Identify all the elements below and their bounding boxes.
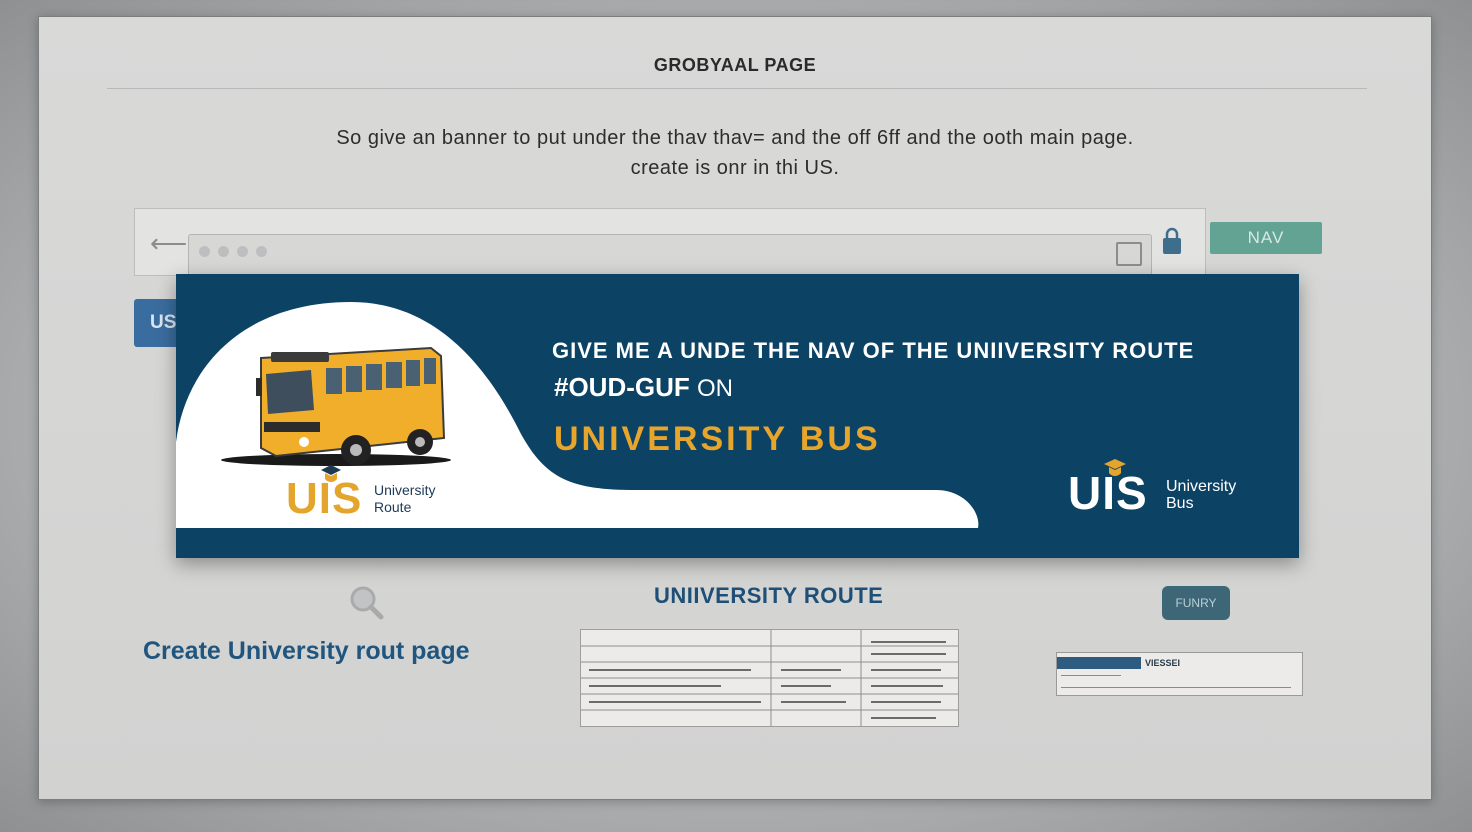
banner-headline-3: UNIVERSITY BUS	[554, 420, 881, 458]
banner-headline-1: GIVE ME A UNDE THE NAV OF THE UNIIVERSIT…	[552, 338, 1195, 363]
url-dot	[218, 246, 229, 257]
nav-tag[interactable]: NAV	[1210, 222, 1322, 254]
logo-right-line-2: Bus	[1166, 495, 1194, 512]
lock-icon[interactable]	[1160, 226, 1184, 256]
url-dot	[237, 246, 248, 257]
uis-logo-right-label: University Bus	[1166, 478, 1236, 512]
logo-left-line-2: Route	[374, 499, 412, 515]
bus-illustration-icon	[221, 346, 451, 466]
route-heading: UNIIVERSITY ROUTE	[654, 583, 884, 608]
uis-logo-left: UIS	[286, 474, 363, 523]
back-arrow-icon[interactable]: ⟵	[150, 228, 187, 259]
url-dot	[199, 246, 210, 257]
route-table	[580, 629, 959, 727]
university-banner[interactable]: UIS University Route GIVE ME A UNDE THE …	[176, 274, 1299, 558]
create-route-link[interactable]: Create University rout page	[143, 637, 470, 666]
small-action-button[interactable]: FUNRY	[1162, 586, 1230, 620]
logo-left-line-1: University	[374, 482, 436, 498]
page-title: GROBYAAL PAGE	[653, 55, 817, 75]
mini-panel-line	[1061, 687, 1291, 688]
mini-panel-line	[1061, 675, 1121, 676]
prompt-line-1: So give an banner to put under the thav …	[336, 127, 1134, 149]
url-dot	[256, 246, 267, 257]
uis-logo-right: UIS	[1068, 467, 1148, 519]
banner-headline-2: #OUD-GUF ON	[554, 372, 733, 403]
prompt-line-2: create is onr in thi US.	[630, 157, 840, 179]
headline-2-suffix: ON	[697, 375, 734, 402]
search-icon[interactable]	[348, 584, 384, 620]
title-divider	[107, 88, 1367, 89]
uis-logo-left-label: University Route	[374, 482, 435, 516]
bookmark-icon[interactable]	[1116, 242, 1142, 266]
mini-panel: VIESSEI	[1056, 652, 1303, 696]
mini-panel-label: VIESSEI	[1145, 658, 1181, 668]
address-bar[interactable]	[188, 234, 1152, 276]
logo-right-line-1: University	[1166, 478, 1237, 495]
route-table-grid	[581, 630, 958, 726]
headline-2-main: #OUD-GUF	[554, 372, 690, 402]
mini-panel-tag	[1057, 657, 1141, 669]
